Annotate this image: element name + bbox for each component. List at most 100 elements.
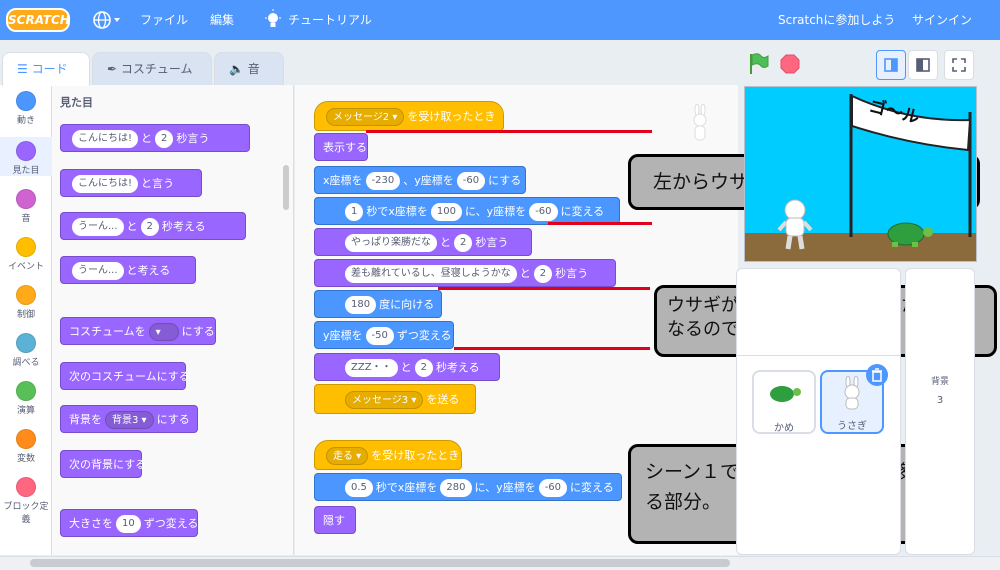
small-stage-button[interactable] [876,50,906,80]
text-input[interactable]: ZZZ・・ [345,359,398,377]
block-text: に、y座標を [464,205,527,218]
x-input[interactable]: 100 [430,203,462,221]
number-input[interactable]: 2 [454,234,473,252]
glide-block[interactable]: 1 秒でx座標を 100 に、y座標を -60 に変える [314,197,620,225]
sprite-thumb-turtle[interactable]: かめ [752,370,816,434]
tab-code[interactable]: ☰ コード [2,52,90,86]
category-sound[interactable]: 音 [0,189,52,224]
number-input[interactable]: 2 [155,130,174,148]
next-backdrop-block[interactable]: 次の背景にする [60,450,146,478]
say-block[interactable]: こんにちは! と言う [60,169,202,197]
y-input[interactable]: -60 [538,479,568,497]
goto-xy-block[interactable]: x座標を -230 、y座標を -60 にする [314,166,526,194]
number-input[interactable]: 2 [140,218,159,236]
switch-costume-block[interactable]: コスチュームを ▾ にする [60,317,216,345]
hide-block[interactable]: 隠す [314,506,356,534]
scratch-logo[interactable]: SCRATCH [6,8,70,32]
divider [737,355,900,356]
green-flag-icon[interactable] [748,52,770,76]
category-operators[interactable]: 演算 [0,381,52,416]
block-text: を受け取ったとき [407,110,496,123]
y-input[interactable]: -60 [456,172,486,190]
message-dropdown[interactable]: メッセージ2 ▾ [326,108,405,126]
sprite-name: かめ [774,423,794,434]
block-text: に変える [570,481,614,494]
change-y-block[interactable]: y座標を -50 ずつ変える [314,321,454,349]
delete-sprite-button[interactable] [866,364,888,386]
x-input[interactable]: 280 [440,479,472,497]
category-my-blocks[interactable]: ブロック定義 [0,477,52,525]
text-input[interactable]: うーん... [72,262,124,280]
large-stage-button[interactable] [908,50,938,80]
number-input[interactable]: 2 [414,359,433,377]
backdrop-dropdown[interactable]: 背景3 ▾ [105,411,154,429]
think-for-secs-block[interactable]: うーん... と 2 秒考える [60,212,246,240]
number-input[interactable]: -50 [365,327,394,345]
category-dot [16,477,36,497]
switch-backdrop-block[interactable]: 背景を 背景3 ▾ にする [60,405,198,433]
globe-icon[interactable] [92,0,122,40]
lightbulb-icon [264,0,282,40]
block-text: と考える [126,264,171,277]
say-for-secs-block[interactable]: やっぱり楽勝だなと 2 秒言う [314,228,532,256]
join-link[interactable]: Scratchに参加しよう [778,0,895,40]
tab-costume[interactable]: ✒ コスチューム [92,52,212,86]
costume-dropdown[interactable]: ▾ [148,323,179,341]
file-menu[interactable]: ファイル [140,0,188,40]
trash-icon [872,368,882,382]
block-text: と [519,267,531,280]
fullscreen-button[interactable] [944,50,974,80]
tab-sound[interactable]: 🔈 音 [214,52,284,86]
category-sensing[interactable]: 調べる [0,333,52,368]
turtle-icon [770,386,801,402]
text-input[interactable]: こんにちは! [72,130,139,148]
y-input[interactable]: -60 [529,203,558,221]
dropdown-value: メッセージ2 [333,112,390,123]
block-text: にする [488,174,522,187]
text-input[interactable]: 差も離れているし、昼寝しようかな [345,265,517,283]
number-input[interactable]: 2 [533,265,553,283]
message-dropdown[interactable]: 走る ▾ [326,447,369,465]
backdrop-label: 背景 [930,377,949,387]
direction-input[interactable]: 180 [345,296,377,314]
category-variables[interactable]: 変数 [0,429,52,464]
backdrop-pane[interactable] [905,268,975,555]
category-menu: 動き 見た目 音 イベント 制御 調べる 演算 変数 ブロック定義 [0,85,52,555]
text-input[interactable]: こんにちは! [72,175,139,193]
block-text: に、y座標を [474,481,536,494]
category-events[interactable]: イベント [0,237,52,272]
secs-input[interactable]: 1 [345,203,364,221]
category-looks[interactable]: 見た目 [0,137,52,176]
category-motion[interactable]: 動き [0,91,52,126]
message-dropdown[interactable]: メッセージ3 ▾ [345,391,424,409]
show-block[interactable]: 表示する [314,133,368,161]
point-direction-block[interactable]: 180 度に向ける [314,290,442,318]
edit-menu[interactable]: 編集 [210,0,234,40]
stop-icon[interactable] [780,54,800,74]
say-for-secs-block[interactable]: こんにちは! と 2 秒言う [60,124,250,152]
signin-link[interactable]: サインイン [912,0,972,40]
category-control[interactable]: 制御 [0,285,52,320]
when-receive-hat-block[interactable]: 走る ▾ を受け取ったとき [314,440,462,470]
secs-input[interactable]: 0.5 [345,479,373,497]
turtle-sprite[interactable] [880,218,936,248]
text-input[interactable]: やっぱり楽勝だな [345,234,437,252]
glide-block[interactable]: 0.5 秒でx座標を 280 に、y座標を -60 に変える [314,473,622,501]
think-block[interactable]: うーん... と考える [60,256,196,284]
broadcast-block[interactable]: メッセージ3 ▾ を送る [314,384,476,414]
change-size-block[interactable]: 大きさを 10 ずつ変える [60,509,198,537]
text-input[interactable]: うーん... [72,218,124,236]
think-for-secs-block[interactable]: ZZZ・・と 2 秒考える [314,353,500,381]
number-input[interactable]: 10 [116,515,141,533]
next-costume-block[interactable]: 次のコスチュームにする [60,362,190,390]
category-dot [16,429,36,449]
category-dot [16,333,36,353]
say-for-secs-block[interactable]: 差も離れているし、昼寝しようかなと 2 秒言う [314,259,616,287]
tutorial-menu[interactable]: チュートリアル [288,0,372,40]
block-text: 秒考える [161,220,206,233]
palette-scrollbar[interactable] [283,165,289,210]
x-input[interactable]: -230 [365,172,401,190]
when-receive-hat-block[interactable]: メッセージ2 ▾ を受け取ったとき [314,101,504,131]
rabbit-sprite[interactable] [776,196,814,250]
scrollbar-thumb[interactable] [30,559,730,567]
